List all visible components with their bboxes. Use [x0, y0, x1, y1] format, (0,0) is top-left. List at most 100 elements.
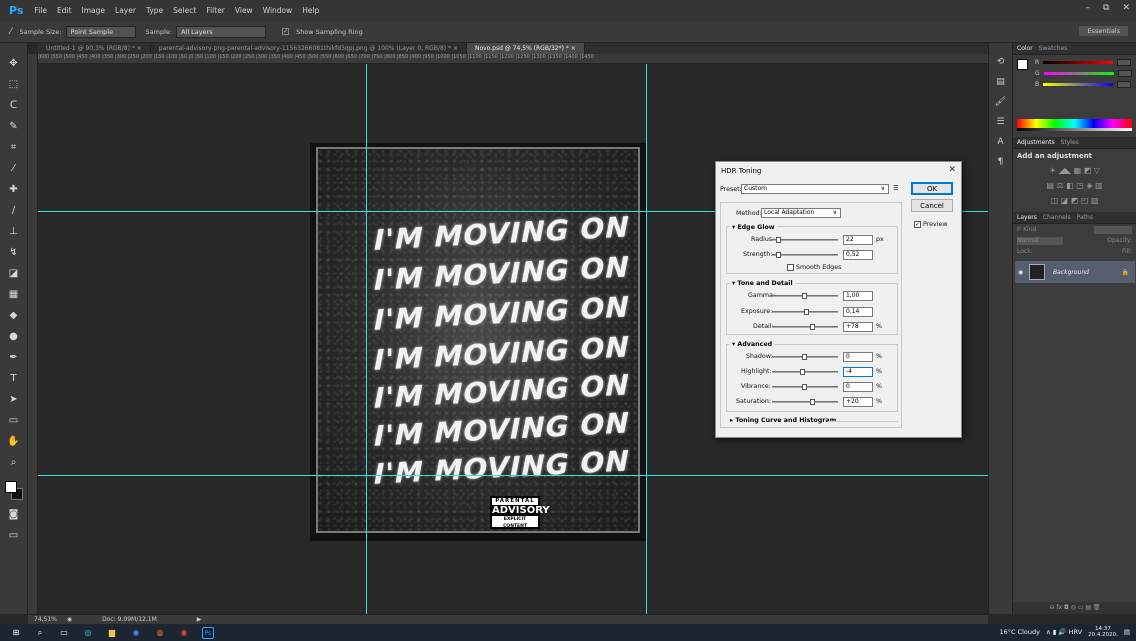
- tab-novo[interactable]: Novo.psd @ 74,5% (RGB/32*) * ×: [466, 43, 585, 54]
- visibility-eye-icon[interactable]: ◉: [1018, 269, 1023, 276]
- adjustment-icons-row[interactable]: ◫ ◪ ◩ ◰ ▧: [1013, 193, 1136, 208]
- foreground-background-color-swatch[interactable]: [4, 481, 23, 501]
- zoom-level[interactable]: 74,51%: [34, 616, 57, 623]
- highlight-input[interactable]: -4: [843, 367, 873, 377]
- screen-mode-icon[interactable]: ▭: [7, 529, 21, 543]
- radius-input[interactable]: 22: [843, 235, 873, 245]
- blend-mode-select[interactable]: Normal: [1017, 236, 1063, 245]
- shadow-input[interactable]: 0: [843, 352, 873, 362]
- artwork-canvas[interactable]: I'M MOVING ON I'M MOVING ON I'M MOVING O…: [310, 143, 646, 541]
- ok-button[interactable]: OK: [911, 182, 953, 195]
- properties-panel-icon[interactable]: ☰: [996, 117, 1004, 127]
- smooth-edges-checkbox[interactable]: [787, 264, 794, 271]
- tray-icons[interactable]: ∧ ▮ 🔊 HRV: [1046, 628, 1082, 636]
- layers-bottom-toolbar[interactable]: ⊖ fx ◘ ◎ ▭ ▤ 🗑: [1013, 602, 1136, 614]
- highlight-slider-thumb[interactable]: [800, 369, 805, 375]
- strength-slider-thumb[interactable]: [776, 252, 781, 258]
- detail-slider-track[interactable]: [772, 326, 838, 328]
- move-tool-icon[interactable]: ✥: [7, 57, 21, 71]
- detail-slider-thumb[interactable]: [810, 324, 815, 330]
- green-slider-row[interactable]: G: [1013, 68, 1136, 79]
- kind-filter[interactable]: ℙ Kind: [1017, 226, 1036, 233]
- method-select[interactable]: Local Adaptation ∨: [761, 208, 841, 218]
- edge-glow-section[interactable]: ▾ Edge Glow: [730, 224, 777, 231]
- preview-checkbox[interactable]: ✓: [914, 221, 921, 228]
- tab-color[interactable]: Color: [1017, 45, 1033, 52]
- sample-size-select[interactable]: Point Sample: [65, 25, 136, 38]
- radius-slider-thumb[interactable]: [776, 237, 781, 243]
- cancel-button[interactable]: Cancel: [911, 199, 953, 212]
- blur-tool-icon[interactable]: ◆: [7, 309, 21, 323]
- adjustment-icons-row[interactable]: ☀ ◢◣ ▦ ◩ ▽: [1013, 163, 1136, 178]
- crop-tool-icon[interactable]: ⌗: [7, 141, 21, 155]
- stamp-tool-icon[interactable]: ⊥: [7, 225, 21, 239]
- menu-help[interactable]: Help: [302, 6, 319, 15]
- detail-input[interactable]: +78: [843, 322, 873, 332]
- hand-tool-icon[interactable]: ✋: [7, 435, 21, 449]
- saturation-input[interactable]: +20: [843, 397, 873, 407]
- gamma-slider-thumb[interactable]: [802, 293, 807, 299]
- tab-paths[interactable]: Paths: [1077, 214, 1093, 221]
- close-icon[interactable]: ✕: [948, 165, 956, 175]
- guide-vertical[interactable]: [366, 64, 367, 614]
- layer-row-background[interactable]: ◉ Background 🔒: [1015, 261, 1135, 283]
- marquee-tool-icon[interactable]: ⬚: [7, 78, 21, 92]
- restore-button[interactable]: ⧉: [1103, 3, 1109, 13]
- radius-slider-track[interactable]: [772, 239, 838, 241]
- healing-tool-icon[interactable]: ✚: [7, 183, 21, 197]
- menu-edit[interactable]: Edit: [57, 6, 72, 15]
- menu-view[interactable]: View: [235, 6, 253, 15]
- horizontal-ruler[interactable]: |600 |550 |500 |450 |400 |350 |300 |250 …: [38, 54, 988, 64]
- sample-select[interactable]: All Layers: [176, 25, 267, 38]
- quick-select-tool-icon[interactable]: ✎: [7, 120, 21, 134]
- preset-select[interactable]: Custom ∨: [741, 184, 889, 194]
- eyedropper-tool-icon[interactable]: ⁄: [10, 27, 12, 37]
- workspace-select[interactable]: Essentials: [1079, 26, 1128, 36]
- minimize-button[interactable]: –: [1086, 3, 1091, 13]
- guide-horizontal[interactable]: [38, 475, 988, 476]
- shape-tool-icon[interactable]: ▭: [7, 414, 21, 428]
- preset-menu-icon[interactable]: ☰: [893, 185, 899, 192]
- color-spectrum[interactable]: [1017, 119, 1132, 128]
- foreground-swatch[interactable]: [1017, 59, 1028, 70]
- menu-type[interactable]: Type: [146, 6, 163, 15]
- tab-parental-advisory[interactable]: parental-advisory-png-parental-advisory-…: [151, 43, 467, 54]
- gradient-tool-icon[interactable]: ▦: [7, 288, 21, 302]
- exposure-input[interactable]: 0,14: [843, 307, 873, 317]
- quick-mask-icon[interactable]: ◙: [7, 508, 21, 522]
- tone-detail-section[interactable]: ▾ Tone and Detail: [730, 280, 795, 287]
- tab-styles[interactable]: Styles: [1061, 139, 1079, 146]
- tab-untitled[interactable]: Untitled-1 @ 90,3% (RGB/8) * ×: [38, 43, 151, 54]
- app-icon[interactable]: ◉: [178, 627, 190, 639]
- brush-tool-icon[interactable]: ∕: [7, 204, 21, 218]
- notifications-icon[interactable]: ▤: [1124, 628, 1130, 636]
- clock[interactable]: 14:37 20.4.2020.: [1088, 626, 1118, 638]
- chrome-icon[interactable]: ◉: [130, 627, 142, 639]
- filter-icons[interactable]: [1094, 225, 1132, 234]
- menu-filter[interactable]: Filter: [206, 6, 225, 15]
- menu-image[interactable]: Image: [82, 6, 106, 15]
- tab-layers[interactable]: Layers: [1017, 214, 1037, 221]
- tab-adjustments[interactable]: Adjustments: [1017, 139, 1055, 146]
- history-brush-tool-icon[interactable]: ↯: [7, 246, 21, 260]
- eyedropper-tool-icon[interactable]: ⁄: [7, 162, 21, 176]
- file-explorer-icon[interactable]: ▆: [106, 627, 118, 639]
- path-select-tool-icon[interactable]: ➤: [7, 393, 21, 407]
- highlight-slider-track[interactable]: [772, 371, 838, 373]
- saturation-slider-thumb[interactable]: [810, 399, 815, 405]
- status-menu-arrow-icon[interactable]: ▶: [197, 616, 202, 623]
- close-button[interactable]: ✕: [1122, 3, 1130, 13]
- tab-swatches[interactable]: Swatches: [1039, 45, 1068, 52]
- brush-panel-icon[interactable]: 🖌: [995, 97, 1006, 107]
- blue-slider-row[interactable]: B: [1013, 79, 1136, 90]
- adjustment-icons-row[interactable]: ▤ ⚖ ◧ ◳ ◈ ▥: [1013, 178, 1136, 193]
- guide-vertical[interactable]: [646, 64, 647, 614]
- strength-input[interactable]: 0,52: [843, 250, 873, 260]
- saturation-slider-track[interactable]: [772, 401, 838, 403]
- type-tool-icon[interactable]: T: [7, 372, 21, 386]
- gamma-input[interactable]: 1,00: [843, 291, 873, 301]
- red-slider-row[interactable]: R: [1013, 57, 1136, 68]
- actions-panel-icon[interactable]: ▤: [996, 77, 1005, 87]
- strength-slider-track[interactable]: [772, 254, 838, 256]
- start-button-icon[interactable]: ⊞: [10, 627, 22, 639]
